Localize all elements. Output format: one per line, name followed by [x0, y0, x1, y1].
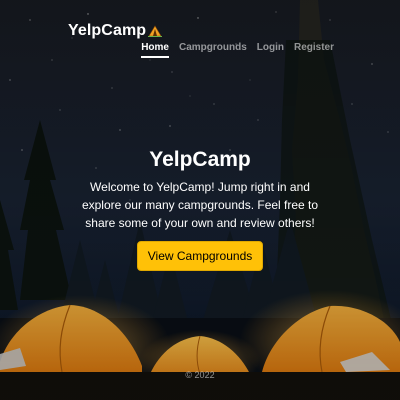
footer: © 2022: [0, 370, 400, 380]
brand[interactable]: YelpCamp: [68, 22, 163, 40]
brand-name: YelpCamp: [68, 22, 147, 39]
nav-home[interactable]: Home: [141, 42, 169, 58]
hero-title: YelpCamp: [149, 148, 251, 171]
hero: YelpCamp Welcome to YelpCamp! Jump right…: [60, 148, 340, 271]
nav-register[interactable]: Register: [294, 42, 334, 58]
copyright: © 2022: [185, 370, 215, 380]
nav-campgrounds[interactable]: Campgrounds: [179, 42, 247, 58]
hero-lead: Welcome to YelpCamp! Jump right in and e…: [81, 180, 319, 230]
nav-login[interactable]: Login: [257, 42, 284, 58]
main-nav: Home Campgrounds Login Register: [141, 42, 334, 58]
tent-icon: [148, 25, 163, 37]
view-campgrounds-button[interactable]: View Campgrounds: [136, 241, 264, 271]
